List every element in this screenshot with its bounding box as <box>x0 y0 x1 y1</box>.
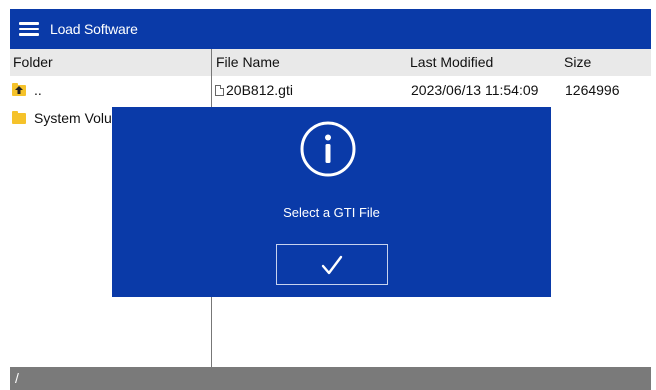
title-bar: Load Software <box>10 9 651 49</box>
size-cell: 1264996 <box>565 82 620 98</box>
file-name: 20B812.gti <box>226 82 293 98</box>
menu-button[interactable] <box>12 9 46 49</box>
last-modified-cell: 2023/06/13 11:54:09 <box>411 82 539 98</box>
folder-icon <box>12 110 26 124</box>
info-dialog: Select a GTI File <box>112 107 551 297</box>
checkmark-icon <box>321 255 343 274</box>
confirm-button[interactable] <box>276 244 388 285</box>
size-column-header[interactable]: Size <box>564 54 591 70</box>
file-row[interactable]: 20B812.gti 2023/06/13 11:54:09 1264996 <box>213 76 651 104</box>
dialog-message: Select a GTI File <box>283 205 380 220</box>
parent-folder-icon <box>12 82 26 96</box>
file-name-cell: 20B812.gti <box>215 82 293 98</box>
folder-label: System Volu <box>34 110 112 126</box>
status-bar: / <box>10 367 651 390</box>
last-modified-column-header[interactable]: Last Modified <box>410 54 493 70</box>
hamburger-menu-icon <box>19 22 39 36</box>
column-header-row: Folder File Name Last Modified Size <box>10 49 651 76</box>
info-icon <box>300 121 356 177</box>
folder-column-header: Folder <box>13 54 53 70</box>
folder-label: .. <box>34 82 42 98</box>
file-name-column-header[interactable]: File Name <box>216 54 280 70</box>
current-path: / <box>15 370 19 386</box>
folder-item-parent[interactable]: .. <box>10 76 210 104</box>
file-icon <box>215 85 224 96</box>
page-title: Load Software <box>50 21 138 37</box>
